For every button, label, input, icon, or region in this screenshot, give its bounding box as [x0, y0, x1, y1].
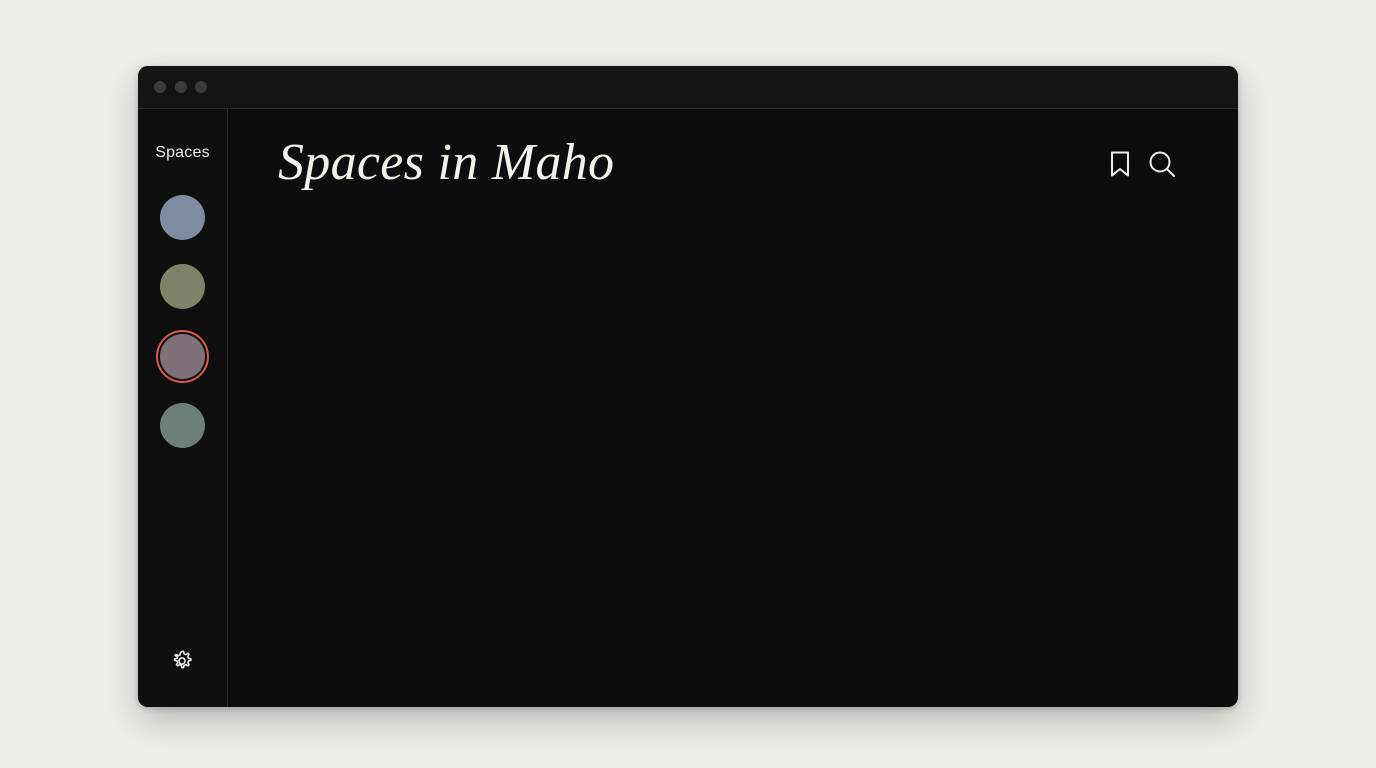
- space-item-2[interactable]: [160, 264, 205, 309]
- space-item-1[interactable]: [160, 195, 205, 240]
- space-item-3[interactable]: [160, 334, 205, 379]
- bookmark-icon: [1111, 151, 1129, 177]
- page-title: Spaces in Maho: [278, 134, 615, 191]
- title-bar: [138, 66, 1238, 109]
- sidebar: Spaces: [138, 109, 228, 707]
- gear-icon: [173, 650, 192, 669]
- main-content: Spaces in Maho: [228, 109, 1238, 707]
- settings-button[interactable]: [169, 648, 195, 674]
- window-minimize-button[interactable]: [175, 81, 187, 93]
- search-button[interactable]: [1146, 148, 1178, 180]
- search-icon: [1149, 151, 1175, 177]
- sidebar-title: Spaces: [155, 144, 210, 161]
- bookmark-button[interactable]: [1104, 148, 1136, 180]
- app-window: Spaces Spaces in Maho: [138, 66, 1238, 707]
- space-item-4[interactable]: [160, 403, 205, 448]
- window-zoom-button[interactable]: [195, 81, 207, 93]
- window-close-button[interactable]: [154, 81, 166, 93]
